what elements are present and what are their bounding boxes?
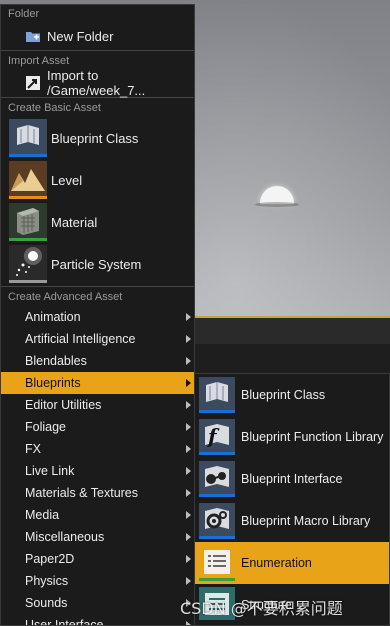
advanced-asset-section-header: Create Advanced Asset	[8, 291, 123, 303]
menu-separator	[1, 286, 194, 287]
new-folder-label: New Folder	[47, 28, 114, 44]
blueprint-interface-icon	[199, 461, 235, 497]
blueprints-submenu: Blueprint Class f Blueprint Function Lib…	[194, 373, 390, 626]
submenu-item-label: Blueprint Macro Library	[241, 514, 371, 528]
submenu-item-label: Enumeration	[241, 556, 312, 570]
category-label: Blueprints	[25, 376, 81, 390]
blueprint-class-icon	[9, 119, 47, 157]
viewport-sphere-shadow	[255, 202, 299, 207]
category-foliage[interactable]: Foliage	[1, 416, 194, 438]
submenu-item-label: Blueprint Class	[241, 388, 326, 402]
blueprint-class-icon	[199, 377, 235, 413]
level-icon	[9, 161, 47, 199]
submenu-blueprint-function-library[interactable]: f Blueprint Function Library	[195, 416, 389, 458]
import-label: Import to /Game/week_7...	[47, 68, 146, 98]
blueprint-class-color-bar	[9, 154, 47, 157]
particle-system-color-bar	[9, 280, 47, 283]
basic-particle-system-label: Particle System	[51, 256, 142, 272]
blueprint-color-bar	[199, 536, 235, 539]
material-icon	[9, 203, 47, 241]
category-editor-utilities[interactable]: Editor Utilities	[1, 394, 194, 416]
category-paper2d[interactable]: Paper2D	[1, 548, 194, 570]
editor-panel-strip	[190, 316, 390, 376]
submenu-blueprint-macro-library[interactable]: Blueprint Macro Library	[195, 500, 389, 542]
category-artificial-intelligence[interactable]: Artificial Intelligence	[1, 328, 194, 350]
blueprint-color-bar	[199, 452, 235, 455]
category-label: Sounds	[25, 596, 68, 610]
category-label: Animation	[25, 310, 81, 324]
category-label: Miscellaneous	[25, 530, 105, 544]
category-label: FX	[25, 442, 41, 456]
menu-separator	[1, 50, 194, 51]
submenu-enumeration[interactable]: Enumeration	[195, 542, 389, 584]
submenu-arrow-icon	[186, 489, 191, 497]
category-user-interface[interactable]: User Interface	[1, 614, 194, 626]
particle-system-icon	[9, 245, 47, 283]
submenu-arrow-icon	[186, 313, 191, 321]
import-icon	[25, 75, 41, 91]
submenu-arrow-icon	[186, 335, 191, 343]
folder-section-header: Folder	[8, 8, 40, 20]
level-color-bar	[9, 196, 47, 199]
function-library-icon: f	[199, 419, 235, 455]
category-fx[interactable]: FX	[1, 438, 194, 460]
enumeration-color-bar	[199, 578, 235, 581]
content-browser-context-menu: Folder New Folder Import Asset Import to…	[0, 4, 195, 626]
category-label: Paper2D	[25, 552, 75, 566]
new-folder-menu-item[interactable]: New Folder	[1, 23, 194, 49]
category-blendables[interactable]: Blendables	[1, 350, 194, 372]
submenu-arrow-icon	[186, 555, 191, 563]
basic-blueprint-class-label: Blueprint Class	[51, 130, 139, 146]
import-menu-item[interactable]: Import to /Game/week_7...	[1, 68, 194, 98]
category-label: Media	[25, 508, 60, 522]
category-sounds[interactable]: Sounds	[1, 592, 194, 614]
category-materials-textures[interactable]: Materials & Textures	[1, 482, 194, 504]
category-label: User Interface	[25, 618, 104, 626]
submenu-arrow-icon	[186, 445, 191, 453]
submenu-arrow-icon	[186, 357, 191, 365]
submenu-arrow-icon	[186, 401, 191, 409]
basic-particle-system-item[interactable]: Particle System	[1, 243, 194, 285]
submenu-arrow-icon	[186, 577, 191, 585]
category-miscellaneous[interactable]: Miscellaneous	[1, 526, 194, 548]
category-label: Live Link	[25, 464, 75, 478]
category-animation[interactable]: Animation	[1, 306, 194, 328]
material-color-bar	[9, 238, 47, 241]
category-physics[interactable]: Physics	[1, 570, 194, 592]
enumeration-icon	[199, 545, 235, 581]
submenu-arrow-icon	[186, 379, 191, 387]
category-live-link[interactable]: Live Link	[1, 460, 194, 482]
basic-level-label: Level	[51, 172, 83, 188]
basic-asset-section-header: Create Basic Asset	[8, 102, 101, 114]
category-label: Physics	[25, 574, 69, 588]
category-media[interactable]: Media	[1, 504, 194, 526]
category-label: Editor Utilities	[25, 398, 102, 412]
submenu-item-label: Blueprint Function Library	[241, 430, 384, 444]
submenu-item-label: Blueprint Interface	[241, 472, 343, 486]
basic-material-label: Material	[51, 214, 98, 230]
basic-blueprint-class-item[interactable]: Blueprint Class	[1, 117, 194, 159]
blueprint-color-bar	[199, 494, 235, 497]
submenu-blueprint-interface[interactable]: Blueprint Interface	[195, 458, 389, 500]
submenu-arrow-icon	[186, 423, 191, 431]
category-blueprints[interactable]: Blueprints	[1, 372, 194, 394]
submenu-arrow-icon	[186, 533, 191, 541]
editor-panel-dark	[190, 344, 390, 376]
basic-level-item[interactable]: Level	[1, 159, 194, 201]
category-label: Materials & Textures	[25, 486, 139, 500]
new-folder-icon	[25, 28, 41, 44]
macro-library-icon	[199, 503, 235, 539]
basic-material-item[interactable]: Material	[1, 201, 194, 243]
watermark-text: CSDN @不要积累问题	[180, 599, 343, 618]
category-label: Blendables	[25, 354, 87, 368]
submenu-arrow-icon	[186, 467, 191, 475]
blueprint-color-bar	[199, 410, 235, 413]
submenu-arrow-icon	[186, 511, 191, 519]
submenu-arrow-icon	[186, 621, 191, 625]
submenu-blueprint-class[interactable]: Blueprint Class	[195, 374, 389, 416]
category-label: Foliage	[25, 420, 66, 434]
category-label: Artificial Intelligence	[25, 332, 136, 346]
